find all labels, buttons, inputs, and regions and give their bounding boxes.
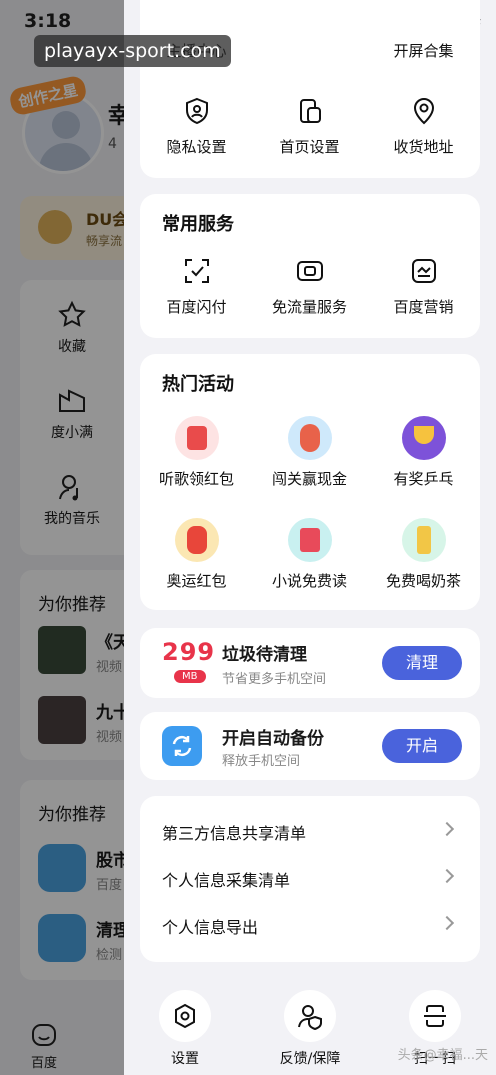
dim-overlay[interactable] <box>0 0 124 1075</box>
backup-sub: 释放手机空间 <box>222 754 301 769</box>
activity-item[interactable]: 小说免费读 <box>253 518 366 591</box>
cleanup-button[interactable]: 清理 <box>382 646 462 680</box>
home-settings-item[interactable]: 首页设置 <box>253 96 366 157</box>
settings-button[interactable]: 设置 <box>130 990 240 1068</box>
activity-item[interactable]: 听歌领红包 <box>140 416 253 489</box>
scan-icon <box>424 1005 446 1027</box>
settings-card: 主播中心 开屏合集 隐私设置 首页设置 收货地址 <box>140 0 480 178</box>
backup-icon <box>162 726 202 766</box>
red-envelope-icon <box>174 416 219 460</box>
feedback-icon <box>298 1005 322 1030</box>
cleanup-size: 299 <box>162 638 216 666</box>
baidu-pay-item[interactable]: 百度闪付 <box>140 256 253 317</box>
privacy-icon <box>185 97 208 125</box>
olympic-character-icon <box>174 518 219 562</box>
third-party-sharing-link[interactable]: 第三方信息共享清单 <box>140 808 480 854</box>
cleanup-unit: MB <box>174 670 206 683</box>
services-title: 常用服务 <box>162 214 234 235</box>
address-item[interactable]: 收货地址 <box>367 96 480 157</box>
side-drawer: 4G 100 ⚡ 主播中心 开屏合集 隐私设置 首页设置 收货地址 常用服务 百… <box>124 0 496 1075</box>
privacy-settings-item[interactable]: 隐私设置 <box>140 96 253 157</box>
personal-info-collection-link[interactable]: 个人信息采集清单 <box>140 855 480 901</box>
novel-book-icon <box>287 518 332 562</box>
trophy-icon <box>401 416 446 460</box>
activity-item[interactable]: 免费喝奶茶 <box>367 518 480 591</box>
activities-title: 热门活动 <box>162 374 234 395</box>
splash-collection-item[interactable]: 开屏合集 <box>367 40 480 61</box>
free-data-icon <box>296 261 323 281</box>
settings-icon <box>175 1003 195 1029</box>
activity-item[interactable]: 闯关赢现金 <box>253 416 366 489</box>
milk-tea-icon <box>401 518 446 562</box>
feedback-button[interactable]: 反馈/保障 <box>255 990 365 1068</box>
backup-button[interactable]: 开启 <box>382 729 462 763</box>
personal-info-export-link[interactable]: 个人信息导出 <box>140 902 480 948</box>
activities-card: 热门活动 听歌领红包 闯关赢现金 有奖乒乓 奥运红包 小说免费读 免费喝奶茶 <box>140 354 480 610</box>
baidu-marketing-item[interactable]: 百度营销 <box>367 256 480 317</box>
chevron-right-icon <box>439 821 455 837</box>
location-icon <box>413 98 434 125</box>
services-card: 常用服务 百度闪付 免流量服务 百度营销 <box>140 194 480 338</box>
scan-pay-icon <box>184 259 209 283</box>
marketing-icon <box>411 259 436 283</box>
game-character-icon <box>287 416 332 460</box>
backup-card: 开启自动备份 释放手机空间 开启 <box>140 712 480 780</box>
backup-title: 开启自动备份 <box>222 729 324 749</box>
cleanup-title: 垃圾待清理 <box>222 645 307 665</box>
activity-item[interactable]: 奥运红包 <box>140 518 253 591</box>
free-data-item[interactable]: 免流量服务 <box>253 256 366 317</box>
watermark-bottom: 头条@幸福...天 <box>397 1048 488 1063</box>
chevron-right-icon <box>439 915 455 931</box>
watermark: playayx-sport.com <box>34 35 231 67</box>
activity-item[interactable]: 有奖乒乓 <box>367 416 480 489</box>
home-settings-icon <box>299 99 321 123</box>
chevron-right-icon <box>439 868 455 884</box>
cleanup-card: 299 MB 垃圾待清理 节省更多手机空间 清理 <box>140 628 480 698</box>
privacy-links-card: 第三方信息共享清单 个人信息采集清单 个人信息导出 <box>140 796 480 962</box>
cleanup-sub: 节省更多手机空间 <box>222 672 327 687</box>
